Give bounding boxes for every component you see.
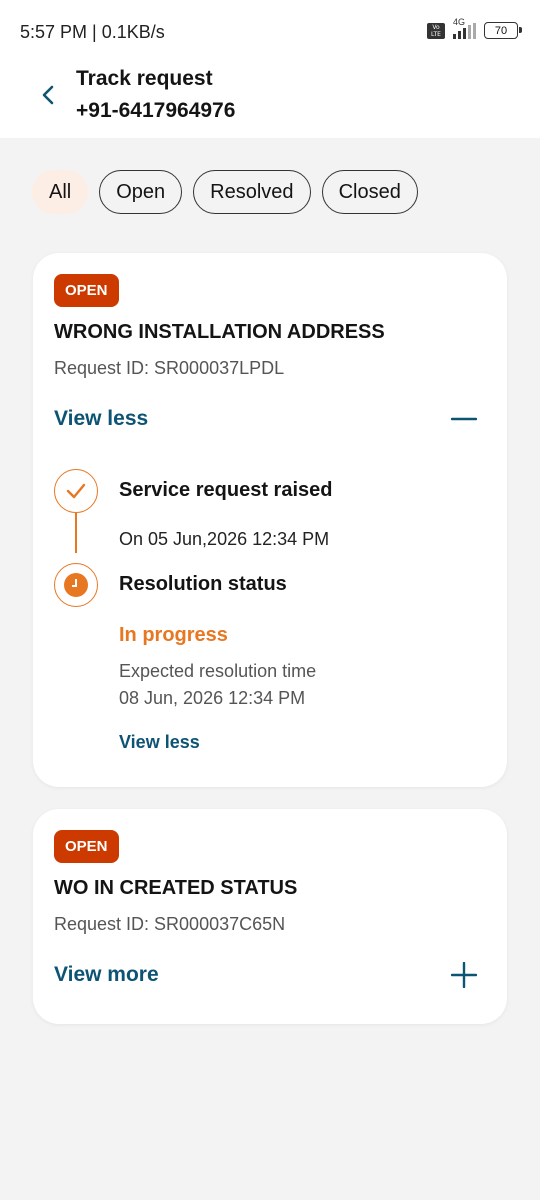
status-bar: 5:57 PM | 0.1KB/s Vo LTE 4G 70 xyxy=(0,0,540,62)
view-less-link[interactable]: View less xyxy=(54,407,148,431)
status-icons: Vo LTE 4G 70 xyxy=(427,17,522,39)
request-title: WRONG INSTALLATION ADDRESS xyxy=(54,321,385,343)
signal-icon: 4G xyxy=(453,17,476,39)
chevron-left-icon xyxy=(42,85,54,105)
expected-resolution-label: Expected resolution time xyxy=(119,661,317,681)
volte-icon: Vo LTE xyxy=(427,22,445,39)
back-button[interactable] xyxy=(34,80,64,110)
check-icon xyxy=(66,483,86,499)
view-more-link[interactable]: View more xyxy=(54,963,159,987)
resolution-status: In progress xyxy=(119,624,228,646)
step-date: On 05 Jun,2026 12:34 PM xyxy=(119,529,330,549)
status-badge: OPEN xyxy=(54,830,119,863)
battery-icon: 70 xyxy=(484,22,522,39)
step-pending-icon xyxy=(54,563,98,607)
request-card: OPEN WRONG INSTALLATION ADDRESS Request … xyxy=(33,253,507,787)
app-header: Track request +91-6417964976 xyxy=(0,62,540,138)
request-title: WO IN CREATED STATUS xyxy=(54,877,298,899)
request-card: OPEN WO IN CREATED STATUS Request ID: SR… xyxy=(33,809,507,1024)
page-title: Track request xyxy=(76,67,213,90)
request-id: Request ID: SR000037LPDL xyxy=(54,358,285,378)
filter-chip-open[interactable]: Open xyxy=(99,170,183,214)
timeline-connector xyxy=(75,513,77,553)
battery-level: 70 xyxy=(494,24,508,37)
filter-chip-closed[interactable]: Closed xyxy=(321,170,418,214)
network-type: 4G xyxy=(453,16,466,27)
step-title: Resolution status xyxy=(119,573,287,595)
clock-icon xyxy=(64,573,88,597)
status-time: 5:57 PM | 0.1KB/s xyxy=(20,22,165,42)
expected-resolution-time: 08 Jun, 2026 12:34 PM xyxy=(119,688,306,708)
expand-button[interactable] xyxy=(450,961,478,989)
step-title: Service request raised xyxy=(119,479,333,501)
request-id: Request ID: SR000037C65N xyxy=(54,914,286,934)
minus-icon xyxy=(450,417,478,421)
plus-icon xyxy=(450,961,478,989)
filter-chip-all[interactable]: All xyxy=(32,170,89,214)
phone-number: +91-6417964976 xyxy=(76,99,236,122)
status-badge: OPEN xyxy=(54,274,119,307)
step-complete-icon xyxy=(54,469,98,513)
filter-chip-resolved[interactable]: Resolved xyxy=(193,170,311,214)
filter-chips: All Open Resolved Closed xyxy=(32,170,418,214)
view-less-inner-link[interactable]: View less xyxy=(119,732,200,753)
collapse-button[interactable] xyxy=(450,406,478,432)
